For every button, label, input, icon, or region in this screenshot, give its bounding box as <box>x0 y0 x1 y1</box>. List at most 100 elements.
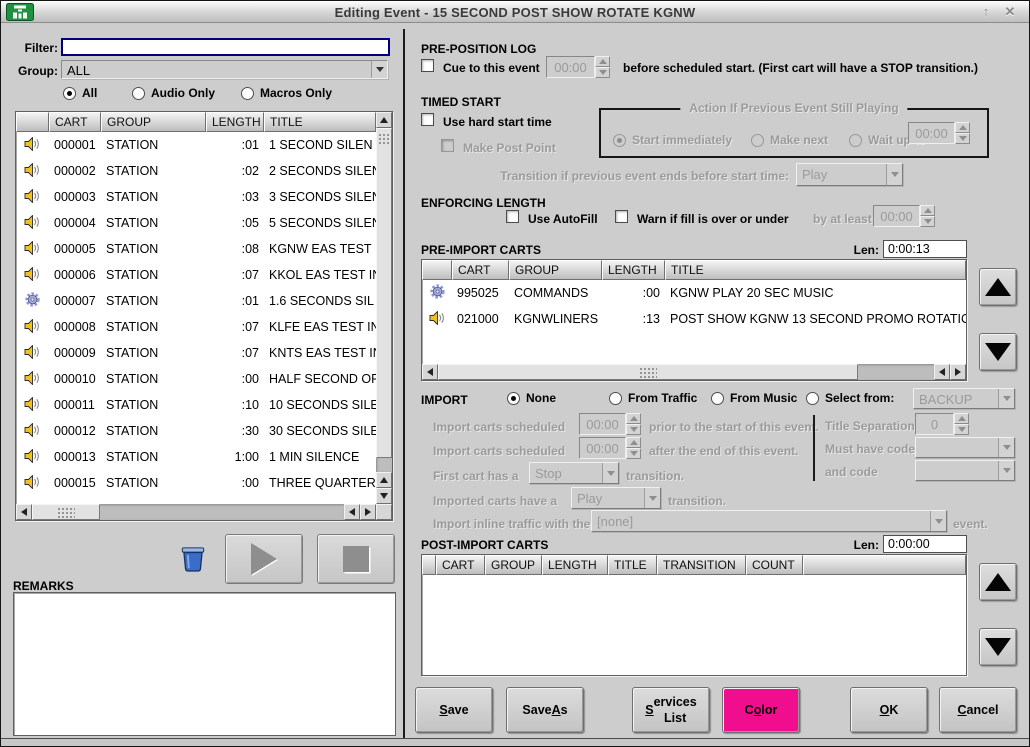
cart-library-row[interactable]: 000013STATION1:001 MIN SILENCE <box>16 444 376 470</box>
hscroll-thumb[interactable] <box>438 364 858 380</box>
spin-down-icon[interactable] <box>626 448 641 459</box>
close-window-icon[interactable]: ✕ <box>999 3 1021 21</box>
pre-import-row[interactable]: 995025COMMANDS:00KGNW PLAY 20 SEC MUSIC <box>422 280 966 306</box>
radio-macros-only[interactable]: Macros Only <box>241 85 332 101</box>
cart-table-vscrollbar[interactable] <box>376 112 392 504</box>
column-header-icon[interactable] <box>422 260 452 280</box>
scroll-left-icon[interactable] <box>344 504 360 520</box>
use-autofill-checkbox[interactable] <box>506 210 519 223</box>
column-header-length[interactable]: LENGTH <box>602 260 665 280</box>
services-list-button[interactable]: ServicesList <box>632 687 710 733</box>
column-header-length[interactable]: LENGTH <box>542 555 608 575</box>
wait-up-to-spinbox[interactable]: 00:00 <box>908 122 970 144</box>
radio-from-music[interactable]: From Music <box>711 390 797 406</box>
cart-library-row[interactable]: 000011STATION:1010 SECONDS SILE <box>16 392 376 418</box>
scroll-left-icon[interactable] <box>934 364 950 380</box>
play-button[interactable] <box>225 534 303 584</box>
cart-library-row[interactable]: 000007STATION:011.6 SECONDS SIL <box>16 288 376 314</box>
ok-button[interactable]: OK <box>850 687 928 733</box>
title-separation-spinbox[interactable]: 0 <box>915 413 969 435</box>
trash-bucket-icon[interactable] <box>177 542 209 574</box>
column-header-length[interactable]: LENGTH <box>206 112 264 132</box>
save-as-button[interactable]: Save As <box>506 687 584 733</box>
scroll-up-icon[interactable] <box>376 112 392 128</box>
and-code-select[interactable] <box>915 460 1015 481</box>
pre-import-move-up-button[interactable] <box>979 268 1017 306</box>
stop-button[interactable] <box>317 534 395 584</box>
spin-down-icon[interactable] <box>920 216 935 227</box>
spin-down-icon[interactable] <box>954 424 969 435</box>
save-button[interactable]: Save <box>415 687 493 733</box>
cue-offset-spinbox[interactable]: 00:00 <box>546 56 610 78</box>
after-end-spinbox[interactable]: 00:00 <box>579 437 641 459</box>
cart-table-hscrollbar[interactable] <box>16 504 376 520</box>
group-select[interactable]: ALL <box>61 60 388 79</box>
spin-down-icon[interactable] <box>595 67 610 78</box>
remarks-textarea[interactable] <box>13 592 396 736</box>
inline-traffic-event-select[interactable]: [none] <box>591 510 947 532</box>
radio-audio-only[interactable]: Audio Only <box>132 85 215 101</box>
radio-all[interactable]: All <box>63 85 97 101</box>
scroll-up-icon[interactable] <box>376 472 392 488</box>
pre-import-len-field[interactable]: 0:00:13 <box>883 240 967 258</box>
column-header-title[interactable]: TITLE <box>665 260 966 280</box>
spin-down-icon[interactable] <box>626 424 641 435</box>
cart-library-row[interactable]: 000012STATION:3030 SECONDS SILE <box>16 418 376 444</box>
cue-to-event-checkbox[interactable] <box>421 59 434 72</box>
scroll-right-icon[interactable] <box>360 504 376 520</box>
pre-import-move-down-button[interactable] <box>979 333 1017 371</box>
radio-make-next[interactable]: Make next <box>751 132 828 148</box>
transition-select[interactable]: Play <box>796 163 903 186</box>
pre-import-hscrollbar[interactable] <box>422 364 966 380</box>
first-cart-transition-select[interactable]: Stop <box>529 462 619 484</box>
spin-up-icon[interactable] <box>954 413 969 424</box>
column-header-title[interactable]: TITLE <box>608 555 657 575</box>
scroll-left-icon[interactable] <box>422 364 438 380</box>
column-header-title[interactable]: TITLE <box>264 112 376 132</box>
column-header-icon[interactable] <box>16 112 49 132</box>
hscroll-thumb[interactable] <box>32 504 100 520</box>
vscroll-thumb[interactable] <box>376 128 392 458</box>
scroll-down-icon[interactable] <box>376 488 392 504</box>
post-import-len-field[interactable]: 0:00:00 <box>883 535 967 553</box>
cart-library-row[interactable]: 000006STATION:07KKOL EAS TEST IN <box>16 262 376 288</box>
select-from-source-select[interactable]: BACKUP <box>913 388 1015 409</box>
scroll-left-icon[interactable] <box>16 504 32 520</box>
column-header-cart[interactable]: CART <box>49 112 101 132</box>
post-import-move-down-button[interactable] <box>979 628 1017 666</box>
cart-library-row[interactable]: 000015STATION:00THREE QUARTER <box>16 470 376 490</box>
spin-up-icon[interactable] <box>626 413 641 424</box>
cart-library-row[interactable]: 000004STATION:055 SECONDS SILEN <box>16 210 376 236</box>
column-header-group[interactable]: GROUP <box>101 112 206 132</box>
radio-none[interactable]: None <box>507 390 556 406</box>
radio-select-from[interactable]: Select from: <box>806 390 894 406</box>
imported-carts-transition-select[interactable]: Play <box>571 487 661 509</box>
make-post-point-checkbox[interactable] <box>441 139 454 152</box>
cart-library-row[interactable]: 000008STATION:07KLFE EAS TEST IN <box>16 314 376 340</box>
post-import-move-up-button[interactable] <box>979 563 1017 601</box>
radio-from-traffic[interactable]: From Traffic <box>609 390 697 406</box>
cart-library-row[interactable]: 000005STATION:08KGNW EAS TEST <box>16 236 376 262</box>
must-have-code-select[interactable] <box>915 437 1015 458</box>
cart-library-row[interactable]: 000010STATION:00HALF SECOND OF <box>16 366 376 392</box>
spin-up-icon[interactable] <box>595 56 610 67</box>
column-header-cart[interactable]: CART <box>452 260 509 280</box>
color-button[interactable]: Color <box>722 687 800 733</box>
spin-up-icon[interactable] <box>920 205 935 216</box>
column-header-group[interactable]: GROUP <box>509 260 602 280</box>
column-header-group[interactable]: GROUP <box>485 555 542 575</box>
column-header-cart[interactable]: CART <box>436 555 485 575</box>
cancel-button[interactable]: Cancel <box>939 687 1017 733</box>
pre-import-row[interactable]: 021000KGNWLINERS:13POST SHOW KGNW 13 SEC… <box>422 306 966 332</box>
prior-start-spinbox[interactable]: 00:00 <box>579 413 641 435</box>
spin-up-icon[interactable] <box>955 122 970 133</box>
cart-library-row[interactable]: 000002STATION:022 SECONDS SILEN <box>16 158 376 184</box>
cart-library-row[interactable]: 000001STATION:011 SECOND SILEN <box>16 132 376 158</box>
scroll-right-icon[interactable] <box>950 364 966 380</box>
radio-start-immediately[interactable]: Start immediately <box>613 132 732 148</box>
shade-window-icon[interactable]: ↑ <box>975 3 997 21</box>
filter-input[interactable] <box>61 38 390 56</box>
column-header-count[interactable]: COUNT <box>746 555 803 575</box>
cart-library-row[interactable]: 000009STATION:07KNTS EAS TEST IN <box>16 340 376 366</box>
titlebar[interactable]: Editing Event - 15 SECOND POST SHOW ROTA… <box>1 1 1029 23</box>
